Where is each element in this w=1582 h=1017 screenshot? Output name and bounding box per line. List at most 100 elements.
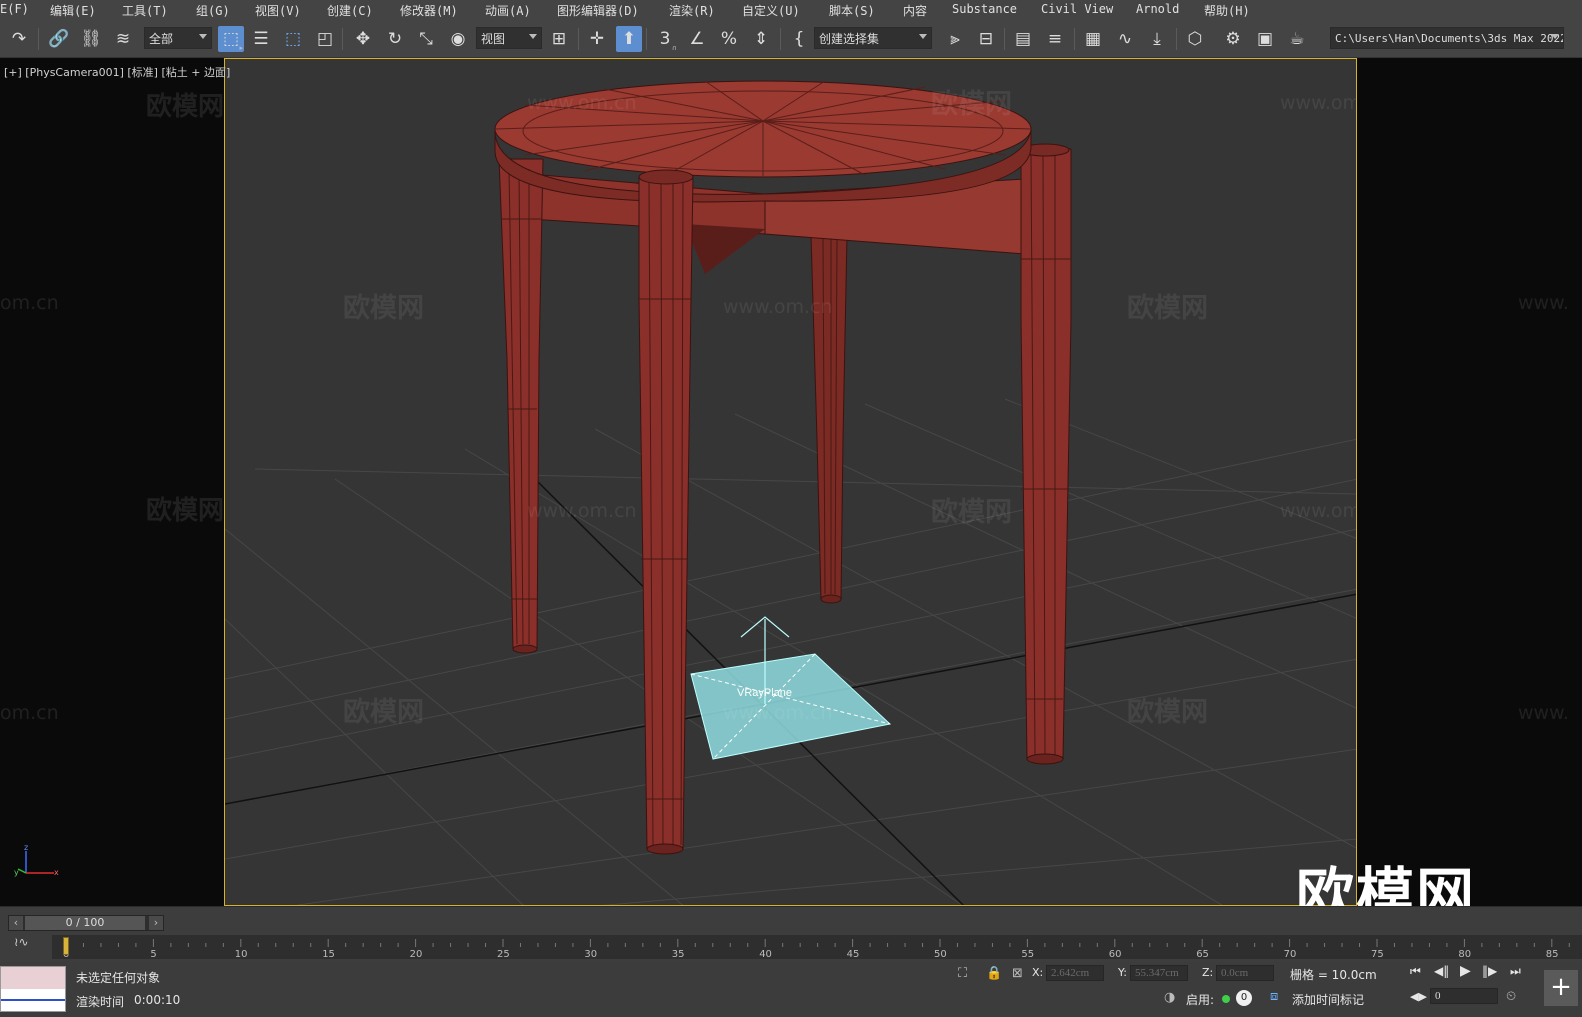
menu-animation[interactable]: 动画(A) (485, 2, 531, 19)
stool-leg-right[interactable] (1020, 143, 1072, 765)
mirror-icon[interactable]: ⫸ (942, 26, 968, 52)
menu-substance[interactable]: Substance (952, 2, 1017, 16)
chevron-right-icon[interactable]: › (149, 916, 163, 930)
menu-bar: E(F) 编辑(E) 工具(T) 组(G) 视图(V) 创建(C) 修改器(M)… (0, 0, 1582, 20)
keyboard-shortcut-override-icon[interactable]: ⬆ (616, 26, 642, 52)
previous-frame-icon[interactable]: ◀‖ (1434, 964, 1449, 978)
viewport-label[interactable]: [+] [PhysCamera001] [标准] [粘土 + 边面] (4, 64, 230, 80)
play-icon[interactable]: ▶ (1460, 963, 1471, 979)
reference-coordinate-dropdown[interactable]: 视图 (476, 27, 542, 49)
timeline-tick-label: 85 (1546, 949, 1559, 959)
stool-leg-left[interactable] (498, 158, 544, 654)
schematic-view-icon[interactable]: ⤓ (1144, 26, 1170, 52)
time-slider[interactable]: ‹ 0 / 100 › (8, 915, 164, 931)
vray-plane-label: VRayPlane (737, 687, 792, 699)
lock-icon[interactable]: 🔒 (986, 966, 1002, 981)
bind-space-warp-icon[interactable]: ≋ (110, 26, 136, 52)
layer-explorer-icon[interactable]: ▤ (1010, 26, 1036, 52)
pivot-center-icon[interactable]: ⊞ (546, 26, 572, 52)
menu-edit[interactable]: 编辑(E) (50, 2, 96, 19)
placement-icon[interactable]: ◉ (445, 26, 471, 52)
edit-named-selection-icon[interactable]: { (786, 26, 812, 52)
window-crossing-icon[interactable]: ◰ (312, 26, 338, 52)
set-key-button[interactable]: + (1544, 970, 1578, 1006)
selection-status: 未选定任何对象 (76, 971, 161, 985)
menu-scripting[interactable]: 脚本(S) (829, 2, 875, 19)
maxscript-mini-listener[interactable] (0, 966, 66, 1012)
menu-views[interactable]: 视图(V) (255, 2, 301, 19)
z-coordinate-field[interactable]: 0.0cm (1216, 965, 1274, 981)
go-to-end-icon[interactable]: ⏭ (1510, 964, 1521, 979)
menu-arnold[interactable]: Arnold (1136, 2, 1179, 16)
menu-graph-editors[interactable]: 图形编辑器(D) (557, 2, 639, 19)
time-configuration-icon[interactable]: ⏲ (1506, 989, 1516, 1004)
project-path-dropdown[interactable]: C:\Users\Han\Documents\3ds Max 2022 (1330, 27, 1564, 49)
menu-content[interactable]: 内容 (903, 2, 927, 19)
time-slider-thumb[interactable]: 0 / 100 (25, 916, 145, 930)
watermark: 欧模网 (931, 89, 1012, 120)
adaptive-degradation-icon[interactable]: ◑ (1164, 990, 1175, 1005)
redo-icon[interactable]: ↷ (6, 26, 32, 52)
toolbar-divider (1004, 28, 1005, 50)
add-time-tag-button[interactable]: 添加时间标记 (1292, 991, 1364, 1008)
menu-file[interactable]: E(F) (0, 2, 29, 16)
axis-tripod: z x y (14, 843, 59, 877)
menu-tools[interactable]: 工具(T) (122, 2, 168, 19)
next-frame-icon[interactable]: ‖▶ (1482, 964, 1497, 978)
unlink-icon[interactable]: ⛓ (78, 26, 104, 52)
y-label: Y: (1118, 966, 1127, 979)
go-to-start-icon[interactable]: ⏮ (1410, 964, 1421, 979)
menu-rendering[interactable]: 渲染(R) (669, 2, 715, 19)
material-editor-icon[interactable]: ⬡ (1182, 26, 1208, 52)
named-selection-dropdown[interactable]: 创建选择集 (814, 27, 932, 49)
snaps-toggle-icon[interactable]: 3 ∩ (652, 26, 678, 52)
current-frame-field[interactable]: 0 (1430, 988, 1498, 1004)
spinner-snap-icon[interactable]: ⇕ (748, 26, 774, 52)
timeline-track[interactable]: 0510152025303540455055606570758085 (52, 935, 1582, 960)
key-mode-icon[interactable]: ◀▶ (1410, 990, 1427, 1003)
scale-icon[interactable]: ⤡ (413, 26, 439, 52)
stool-leg-front[interactable] (638, 169, 694, 855)
select-manipulate-icon[interactable]: ✛ (584, 26, 610, 52)
scene-explorer-icon[interactable]: ▦ (1080, 26, 1106, 52)
render-teapot-icon[interactable]: ☕ (1284, 26, 1310, 52)
menu-create[interactable]: 创建(C) (327, 2, 373, 19)
rendered-frame-window-icon[interactable]: ▣ (1252, 26, 1278, 52)
curve-editor-icon[interactable]: ∿ (1112, 26, 1138, 52)
menu-customize[interactable]: 自定义(U) (742, 2, 800, 19)
isolate-selection-icon[interactable]: ⛶ (958, 966, 967, 981)
select-by-name-icon[interactable]: ☰ (248, 26, 274, 52)
watermark-url: www.om.cn (1280, 92, 1357, 114)
rotate-icon[interactable]: ↻ (382, 26, 408, 52)
toggle-ribbon-icon[interactable]: ≡ (1042, 26, 1068, 52)
x-coordinate-field[interactable]: 2.642cm (1046, 965, 1104, 981)
percent-snap-icon[interactable]: % (716, 26, 742, 52)
menu-civil-view[interactable]: Civil View (1041, 2, 1113, 16)
render-setup-icon[interactable]: ⚙ (1220, 26, 1246, 52)
selection-filter-dropdown[interactable]: 全部 (144, 27, 212, 49)
current-frame-marker[interactable] (63, 937, 69, 955)
angle-snap-icon[interactable]: ∠ (684, 26, 710, 52)
watermark-url: www. (1518, 292, 1569, 314)
menu-modifiers[interactable]: 修改器(M) (400, 2, 458, 19)
menu-help[interactable]: 帮助(H) (1204, 2, 1250, 19)
reference-coordinate-value: 视图 (481, 32, 506, 46)
select-object-icon[interactable]: ⬚ ▸ (218, 26, 244, 52)
vray-plane[interactable]: VRayPlane (690, 616, 892, 760)
watermark: 欧模网 (343, 697, 424, 728)
link-icon[interactable]: 🔗 (46, 26, 72, 52)
move-icon[interactable]: ✥ (350, 26, 376, 52)
perspective-viewport[interactable]: [+] [PhysCamera001] [标准] [粘土 + 边面] 欧模网 o… (0, 58, 1582, 906)
curve-editor-toggle-icon[interactable]: ≀∿ (14, 935, 38, 955)
time-tag-icon[interactable]: ⧈ (1270, 989, 1278, 1004)
absolute-mode-icon[interactable]: ⊠ (1012, 966, 1023, 981)
listener-input[interactable] (1, 967, 65, 989)
y-coordinate-field[interactable]: 55.347cm (1130, 965, 1188, 981)
menu-group[interactable]: 组(G) (196, 2, 230, 19)
main-toolbar: ↷ 🔗 ⛓ ≋ 全部 ⬚ ▸ ☰ ⬚ ◰ ✥ ↻ ⤡ ◉ 视图 ⊞ ✛ ⬆ 3 ∩ … (0, 20, 1582, 58)
stool-leg-back[interactable] (810, 234, 848, 604)
toolbar-divider (578, 28, 579, 50)
rectangular-selection-icon[interactable]: ⬚ (280, 26, 306, 52)
align-icon[interactable]: ⊟ (973, 26, 999, 52)
chevron-left-icon[interactable]: ‹ (9, 916, 23, 930)
